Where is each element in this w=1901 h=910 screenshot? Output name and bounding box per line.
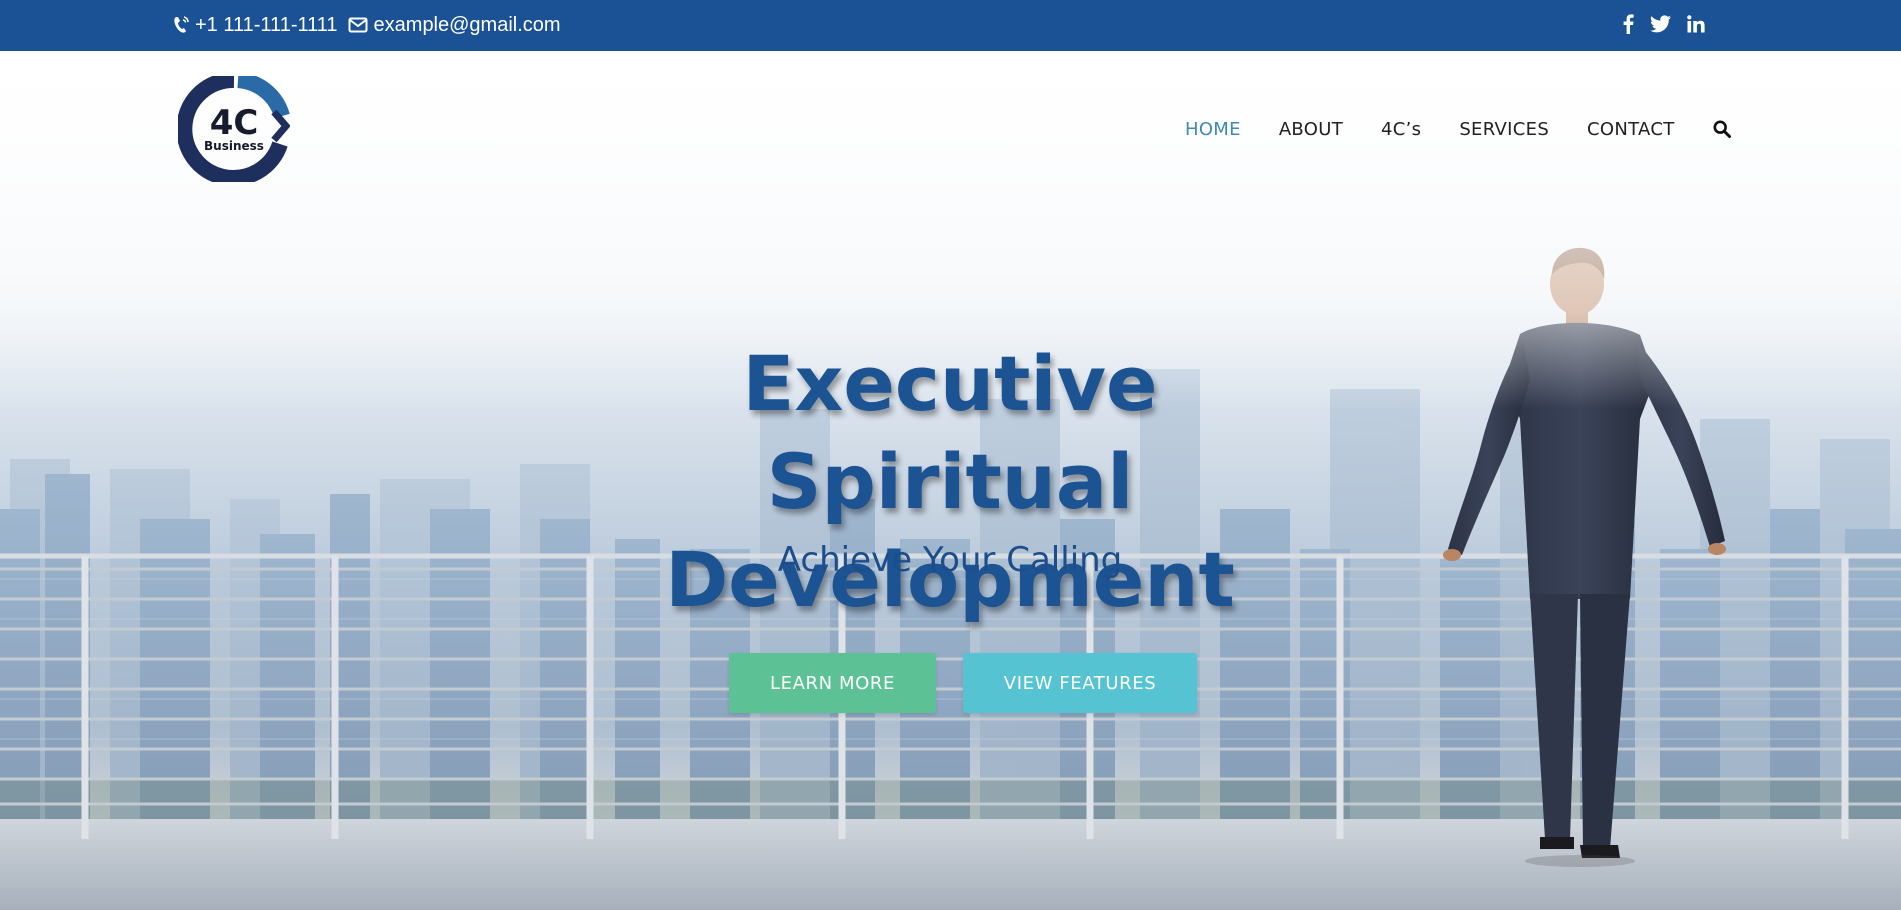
phone-number[interactable]: +1 111-111-1111 bbox=[195, 14, 338, 37]
top-bar: +1 111-111-1111 example@gmail.com bbox=[0, 0, 1901, 51]
nav-item-about[interactable]: ABOUT bbox=[1279, 119, 1343, 140]
social-links bbox=[1622, 10, 1705, 38]
logo-emblem: 4C Business bbox=[176, 71, 291, 186]
linkedin-icon[interactable] bbox=[1687, 15, 1705, 33]
nav-item-contact[interactable]: CONTACT bbox=[1587, 119, 1674, 140]
hero-headline-line1: Executive Spiritual bbox=[742, 339, 1158, 526]
nav-item-services[interactable]: SERVICES bbox=[1459, 119, 1549, 140]
nav-item-home[interactable]: HOME bbox=[1185, 119, 1241, 140]
contact-info: +1 111-111-1111 example@gmail.com bbox=[173, 11, 561, 39]
view-features-button[interactable]: VIEW FEATURES bbox=[963, 653, 1197, 713]
main-nav: HOME ABOUT 4C’s SERVICES CONTACT bbox=[1185, 116, 1731, 142]
envelope-icon bbox=[348, 17, 368, 33]
learn-more-button[interactable]: LEARN MORE bbox=[729, 653, 936, 713]
site-logo[interactable]: 4C Business bbox=[176, 71, 291, 186]
twitter-icon[interactable] bbox=[1650, 15, 1671, 33]
logo-text-business: Business bbox=[204, 139, 264, 153]
hero-headline: Executive Spiritual Development bbox=[550, 335, 1350, 629]
hero-subheadline: Achieve Your Calling bbox=[777, 540, 1123, 580]
logo-text-4c: 4C bbox=[210, 103, 259, 143]
nav-item-4cs[interactable]: 4C’s bbox=[1381, 119, 1421, 140]
email-address[interactable]: example@gmail.com bbox=[374, 14, 561, 37]
facebook-icon[interactable] bbox=[1622, 14, 1634, 34]
search-icon[interactable] bbox=[1713, 120, 1731, 138]
phone-icon bbox=[173, 15, 189, 35]
